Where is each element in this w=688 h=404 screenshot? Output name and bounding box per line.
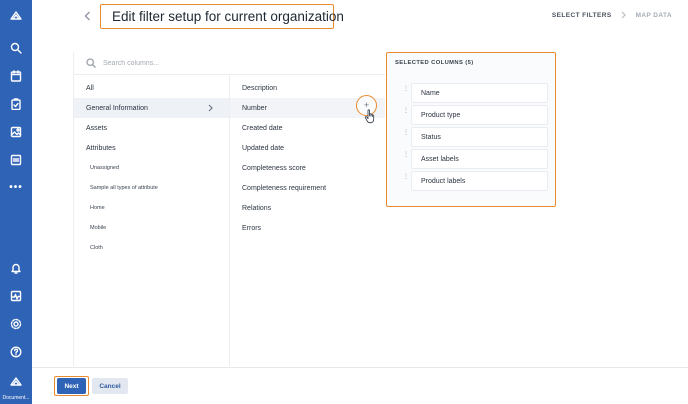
drag-handle-icon[interactable]: ⋮ (403, 108, 409, 114)
category-list: All General Information Assets Attribute… (74, 75, 229, 366)
selected-column-product-type[interactable]: Product type (411, 105, 548, 125)
drag-handle-icon[interactable]: ⋮ (403, 130, 409, 136)
search-icon[interactable] (0, 38, 32, 58)
selected-column-row[interactable]: ⋮ Product labels (395, 171, 549, 191)
gear-icon[interactable] (0, 314, 32, 334)
cancel-button[interactable]: Cancel (92, 378, 128, 394)
category-attributes[interactable]: Attributes (74, 138, 229, 158)
selected-column-name[interactable]: Name (411, 83, 548, 103)
selected-column-row[interactable]: ⋮ Name (395, 83, 549, 103)
step-map-data[interactable]: MAP DATA (636, 12, 672, 19)
category-general-information[interactable]: General Information (74, 98, 229, 118)
column-completeness-requirement[interactable]: Completeness requirement (230, 178, 385, 198)
column-completeness-score[interactable]: Completeness score (230, 158, 385, 178)
column-updated-date[interactable]: Updated date (230, 138, 385, 158)
category-label: General Information (86, 104, 148, 112)
left-nav: ••• Document... (0, 0, 32, 404)
category-unassigned[interactable]: Unassigned (74, 158, 229, 178)
column-list: Description Number Created date Updated … (229, 75, 385, 366)
document-label: Document... (2, 395, 30, 401)
search-icon (86, 58, 96, 68)
selected-columns-title: SELECTED COLUMNS (5) (395, 60, 474, 66)
drag-handle-icon[interactable]: ⋮ (403, 86, 409, 92)
next-button[interactable]: Next (57, 378, 86, 394)
selected-column-status[interactable]: Status (411, 127, 548, 147)
chevron-right-icon (208, 104, 213, 112)
selected-columns-panel: SELECTED COLUMNS (5) ⋮ Name ⋮ Product ty… (386, 52, 556, 207)
category-sample-all-types[interactable]: Sample all types of attribute (74, 178, 229, 198)
profile-logo-icon[interactable] (0, 372, 32, 392)
selected-column-asset-labels[interactable]: Asset labels (411, 149, 548, 169)
step-select-filters[interactable]: SELECT FILTERS (552, 12, 612, 19)
selected-column-product-labels[interactable]: Product labels (411, 171, 548, 191)
footer (32, 367, 688, 404)
pdf-icon[interactable] (0, 150, 32, 170)
page-title: Edit filter setup for current organizati… (100, 4, 344, 29)
clipboard-check-icon[interactable] (0, 94, 32, 114)
drag-handle-icon[interactable]: ⋮ (403, 174, 409, 180)
page-title-text: Edit filter setup for current organizati… (112, 9, 344, 24)
selected-column-row[interactable]: ⋮ Status (395, 127, 549, 147)
logo-icon[interactable] (0, 6, 32, 26)
column-created-date[interactable]: Created date (230, 118, 385, 138)
more-dots: ••• (9, 182, 23, 193)
column-relations[interactable]: Relations (230, 198, 385, 218)
selected-column-row[interactable]: ⋮ Asset labels (395, 149, 549, 169)
category-all[interactable]: All (74, 78, 229, 98)
selected-column-row[interactable]: ⋮ Product type (395, 105, 549, 125)
back-chevron-icon[interactable] (82, 9, 92, 23)
chevron-right-icon (621, 11, 627, 19)
category-mobile[interactable]: Mobile (74, 218, 229, 238)
activity-icon[interactable] (0, 286, 32, 306)
help-icon[interactable] (0, 342, 32, 362)
image-icon[interactable] (0, 122, 32, 142)
column-errors[interactable]: Errors (230, 218, 385, 238)
drag-handle-icon[interactable]: ⋮ (403, 152, 409, 158)
category-cloth[interactable]: Cloth (74, 238, 229, 258)
category-assets[interactable]: Assets (74, 118, 229, 138)
stepper: SELECT FILTERS MAP DATA (552, 11, 672, 19)
search-input[interactable] (103, 56, 363, 71)
header: Edit filter setup for current organizati… (32, 0, 688, 34)
search-bar (74, 52, 385, 75)
hand-cursor-icon (364, 109, 375, 124)
more-icon[interactable]: ••• (0, 178, 32, 198)
bell-icon[interactable] (0, 258, 32, 278)
category-home[interactable]: Home (74, 198, 229, 218)
calendar-icon[interactable] (0, 66, 32, 86)
column-picker: All General Information Assets Attribute… (73, 52, 385, 366)
